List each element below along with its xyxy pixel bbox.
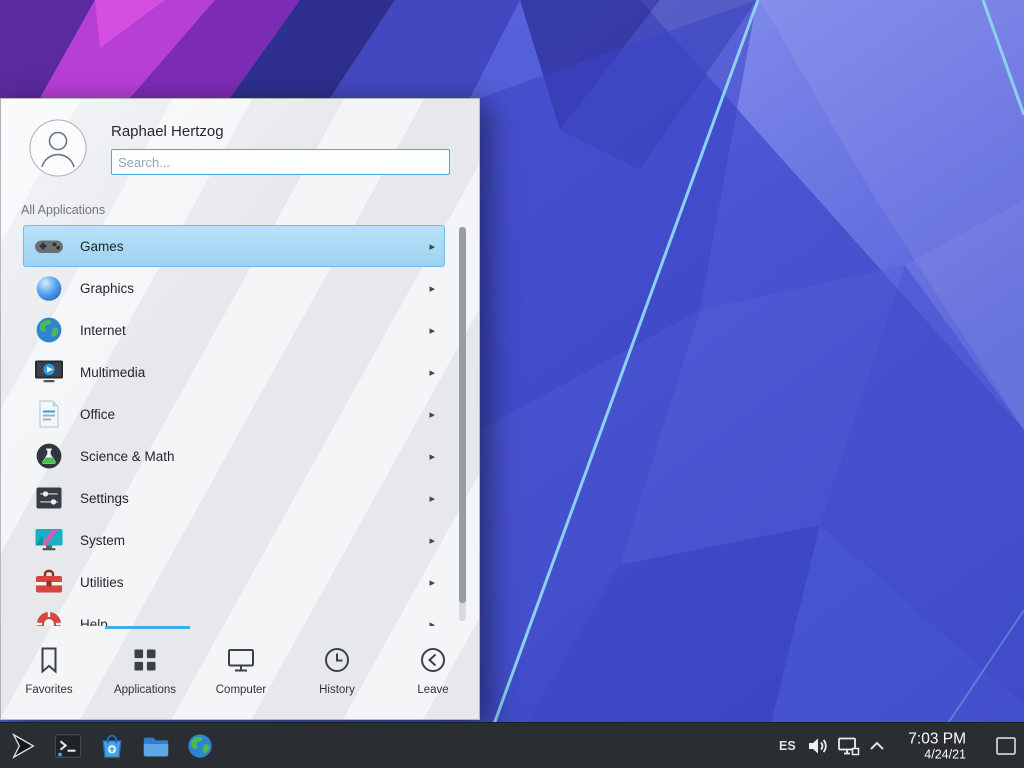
category-label: Multimedia — [80, 365, 429, 380]
tab-label: Favorites — [25, 684, 72, 696]
category-help[interactable]: Help ▸ — [23, 603, 445, 626]
bookmark-icon — [34, 645, 64, 675]
avatar[interactable] — [29, 119, 87, 177]
category-label: Utilities — [80, 575, 429, 590]
clock-date: 4/24/21 — [908, 747, 966, 761]
category-label: System — [80, 533, 429, 548]
system-icon — [33, 524, 65, 556]
category-multimedia[interactable]: Multimedia ▸ — [23, 351, 445, 393]
tab-label: Computer — [216, 684, 267, 696]
tab-computer[interactable]: Computer — [193, 629, 289, 721]
taskbar-app-browser[interactable] — [180, 726, 220, 766]
category-science-math[interactable]: Science & Math ▸ — [23, 435, 445, 477]
taskbar-app-terminal[interactable] — [48, 726, 88, 766]
submenu-arrow-icon: ▸ — [429, 492, 435, 505]
leave-icon — [418, 645, 448, 675]
user-name: Raphael Hertzog — [111, 123, 224, 140]
category-system[interactable]: System ▸ — [23, 519, 445, 561]
tab-favorites[interactable]: Favorites — [1, 629, 97, 721]
submenu-arrow-icon: ▸ — [429, 534, 435, 547]
category-settings[interactable]: Settings ▸ — [23, 477, 445, 519]
category-office[interactable]: Office ▸ — [23, 393, 445, 435]
search-input[interactable] — [111, 149, 450, 175]
flask-icon — [33, 440, 65, 472]
clock[interactable]: 7:03 PM 4/24/21 — [908, 730, 966, 761]
submenu-arrow-icon: ▸ — [429, 450, 435, 463]
lifebuoy-icon — [33, 608, 65, 626]
show-desktop-icon — [995, 744, 1017, 761]
app-launcher-button[interactable] — [4, 726, 44, 766]
user-icon — [29, 119, 87, 177]
toolbox-icon — [33, 566, 65, 598]
category-games[interactable]: Games ▸ — [23, 225, 445, 267]
category-graphics[interactable]: Graphics ▸ — [23, 267, 445, 309]
network-button[interactable] — [836, 734, 860, 763]
tab-label: History — [319, 684, 355, 696]
monitor-icon — [226, 645, 256, 675]
category-label: Games — [80, 239, 429, 254]
app-launcher-icon — [9, 731, 39, 761]
network-icon — [836, 745, 860, 762]
taskbar: ES 7:03 PM 4/24/21 — [0, 722, 1024, 768]
scrollbar[interactable] — [459, 227, 466, 621]
tab-history[interactable]: History — [289, 629, 385, 721]
settings-icon — [33, 482, 65, 514]
clock-icon — [322, 645, 352, 675]
tab-label: Leave — [417, 684, 448, 696]
grid-icon — [130, 645, 160, 675]
discover-icon — [97, 731, 127, 761]
document-icon — [33, 398, 65, 430]
taskbar-app-file-manager[interactable] — [136, 726, 176, 766]
volume-icon — [806, 745, 830, 762]
file-manager-icon — [141, 731, 171, 761]
tab-label: Applications — [114, 684, 176, 696]
sphere-icon — [33, 272, 65, 304]
category-label: Office — [80, 407, 429, 422]
section-label-all-applications: All Applications — [21, 203, 105, 217]
submenu-arrow-icon: ▸ — [429, 408, 435, 421]
keyboard-layout-indicator[interactable]: ES — [779, 739, 796, 753]
show-desktop-button[interactable] — [995, 735, 1017, 762]
globe-icon — [33, 314, 65, 346]
category-label: Internet — [80, 323, 429, 338]
tab-applications[interactable]: Applications — [97, 629, 193, 721]
category-label: Help — [80, 617, 429, 627]
category-list: Games ▸ Graphics ▸ Internet ▸ Multimedia… — [1, 225, 481, 626]
chevron-up-icon — [867, 743, 887, 760]
submenu-arrow-icon: ▸ — [429, 576, 435, 589]
category-utilities[interactable]: Utilities ▸ — [23, 561, 445, 603]
submenu-arrow-icon: ▸ — [429, 282, 435, 295]
clock-time: 7:03 PM — [908, 730, 966, 747]
tab-leave[interactable]: Leave — [385, 629, 481, 721]
submenu-arrow-icon: ▸ — [429, 366, 435, 379]
application-launcher-menu: Raphael Hertzog All Applications Games ▸… — [0, 98, 480, 720]
category-label: Science & Math — [80, 449, 429, 464]
submenu-arrow-icon: ▸ — [429, 240, 435, 253]
multimedia-icon — [33, 356, 65, 388]
volume-button[interactable] — [806, 734, 830, 763]
submenu-arrow-icon: ▸ — [429, 324, 435, 337]
submenu-arrow-icon: ▸ — [429, 618, 435, 627]
category-label: Settings — [80, 491, 429, 506]
gamepad-icon — [33, 230, 65, 262]
scrollbar-thumb[interactable] — [459, 227, 466, 603]
category-label: Graphics — [80, 281, 429, 296]
category-internet[interactable]: Internet ▸ — [23, 309, 445, 351]
browser-icon — [185, 731, 215, 761]
launcher-tab-bar: Favorites Applications Computer History — [1, 629, 481, 721]
terminal-icon — [53, 731, 83, 761]
taskbar-app-discover[interactable] — [92, 726, 132, 766]
expand-tray-button[interactable] — [867, 736, 887, 761]
